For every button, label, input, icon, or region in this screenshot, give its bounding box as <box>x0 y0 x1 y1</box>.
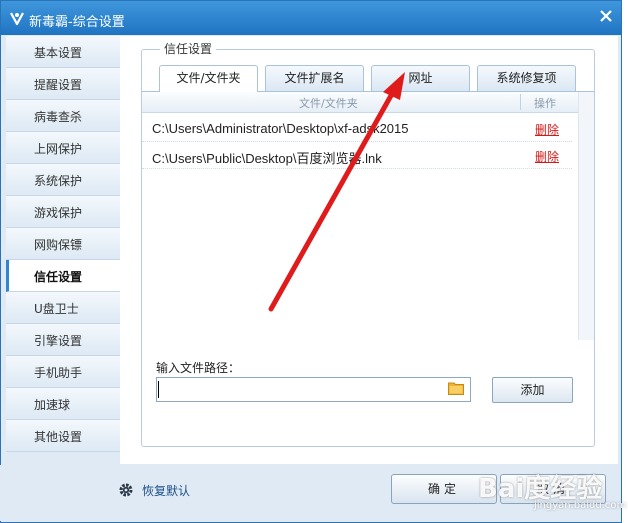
sidebar-item-trust[interactable]: 信任设置 <box>6 260 120 292</box>
settings-sidebar: 基本设置 提醒设置 病毒查杀 上网保护 系统保护 游戏保护 网购保镖 信任设置 … <box>6 36 120 452</box>
tab-files-folders[interactable]: 文件/文件夹 <box>159 65 258 92</box>
sidebar-item-label: 引擎设置 <box>34 334 83 348</box>
sidebar-item-label: 提醒设置 <box>34 78 83 92</box>
ok-button[interactable]: 确定 <box>391 474 497 504</box>
sidebar-item-label: 基本设置 <box>34 46 83 60</box>
table-row: C:\Users\Public\Desktop\百度浏览器.lnk 删除 <box>142 142 572 169</box>
sidebar-item-system-protection[interactable]: 系统保护 <box>6 164 120 196</box>
ok-button-label: 确定 <box>427 482 460 496</box>
cancel-button-label: 取消 <box>536 482 569 496</box>
sidebar-item-label: 信任设置 <box>34 270 83 284</box>
column-divider <box>520 94 521 110</box>
tab-file-extensions[interactable]: 文件扩展名 <box>265 65 364 91</box>
tab-label: 网址 <box>408 71 433 85</box>
table-row: C:\Users\Administrator\Desktop\xf-adsk20… <box>142 115 572 142</box>
sidebar-item-label: 其他设置 <box>34 430 83 444</box>
tab-urls[interactable]: 网址 <box>371 65 470 91</box>
restore-defaults-label: 恢复默认 <box>142 484 191 498</box>
sidebar-item-label: 上网保护 <box>34 142 83 156</box>
path-input[interactable] <box>156 377 471 402</box>
tab-label: 文件扩展名 <box>284 71 345 85</box>
add-button-label: 添加 <box>520 383 545 397</box>
sidebar-item-label: 加速球 <box>34 398 71 412</box>
sidebar-item-other[interactable]: 其他设置 <box>6 420 120 452</box>
sidebar-item-label: 游戏保护 <box>34 206 83 220</box>
sidebar-item-label: 网购保镖 <box>34 238 83 252</box>
sidebar-item-engine[interactable]: 引擎设置 <box>6 324 120 356</box>
cancel-button[interactable]: 取消 <box>500 474 606 504</box>
sidebar-item-speed-ball[interactable]: 加速球 <box>6 388 120 420</box>
sidebar-item-usb-guard[interactable]: U盘卫士 <box>6 292 120 324</box>
gear-icon <box>119 483 133 497</box>
delete-link[interactable]: 删除 <box>535 121 559 138</box>
sidebar-item-label: 病毒查杀 <box>34 110 83 124</box>
folder-icon[interactable] <box>448 381 464 395</box>
path-input-label: 输入文件路径： <box>156 361 241 375</box>
delete-link[interactable]: 删除 <box>535 148 559 165</box>
title-bar[interactable]: 新毒霸-综合设置 <box>1 1 621 35</box>
tab-label: 文件/文件夹 <box>176 71 241 85</box>
sidebar-item-label: 系统保护 <box>34 174 83 188</box>
close-icon[interactable] <box>597 7 615 25</box>
column-header-path: 文件/文件夹 <box>299 97 358 110</box>
sidebar-item-reminder[interactable]: 提醒设置 <box>6 68 120 100</box>
sidebar-item-web-protection[interactable]: 上网保护 <box>6 132 120 164</box>
duba-logo-icon <box>10 12 24 26</box>
row-path: C:\Users\Administrator\Desktop\xf-adsk20… <box>152 121 409 136</box>
sidebar-item-phone-assistant[interactable]: 手机助手 <box>6 356 120 388</box>
sidebar-item-game-protection[interactable]: 游戏保护 <box>6 196 120 228</box>
list-scrollbar[interactable] <box>578 92 594 340</box>
sidebar-item-shopping-guard[interactable]: 网购保镖 <box>6 228 120 260</box>
add-button[interactable]: 添加 <box>492 377 573 403</box>
column-header-action: 操作 <box>534 97 556 110</box>
tab-label: 系统修复项 <box>496 71 557 85</box>
tab-system-repair[interactable]: 系统修复项 <box>477 65 576 91</box>
sidebar-item-label: 手机助手 <box>34 366 83 380</box>
sidebar-item-virus-scan[interactable]: 病毒查杀 <box>6 100 120 132</box>
sidebar-item-basic[interactable]: 基本设置 <box>6 36 120 68</box>
sidebar-item-label: U盘卫士 <box>34 302 79 316</box>
row-path: C:\Users\Public\Desktop\百度浏览器.lnk <box>152 151 382 166</box>
group-title: 信任设置 <box>160 40 217 57</box>
text-caret <box>158 381 159 398</box>
list-header: 文件/文件夹 操作 <box>142 92 578 113</box>
window-title: 新毒霸-综合设置 <box>29 15 125 30</box>
